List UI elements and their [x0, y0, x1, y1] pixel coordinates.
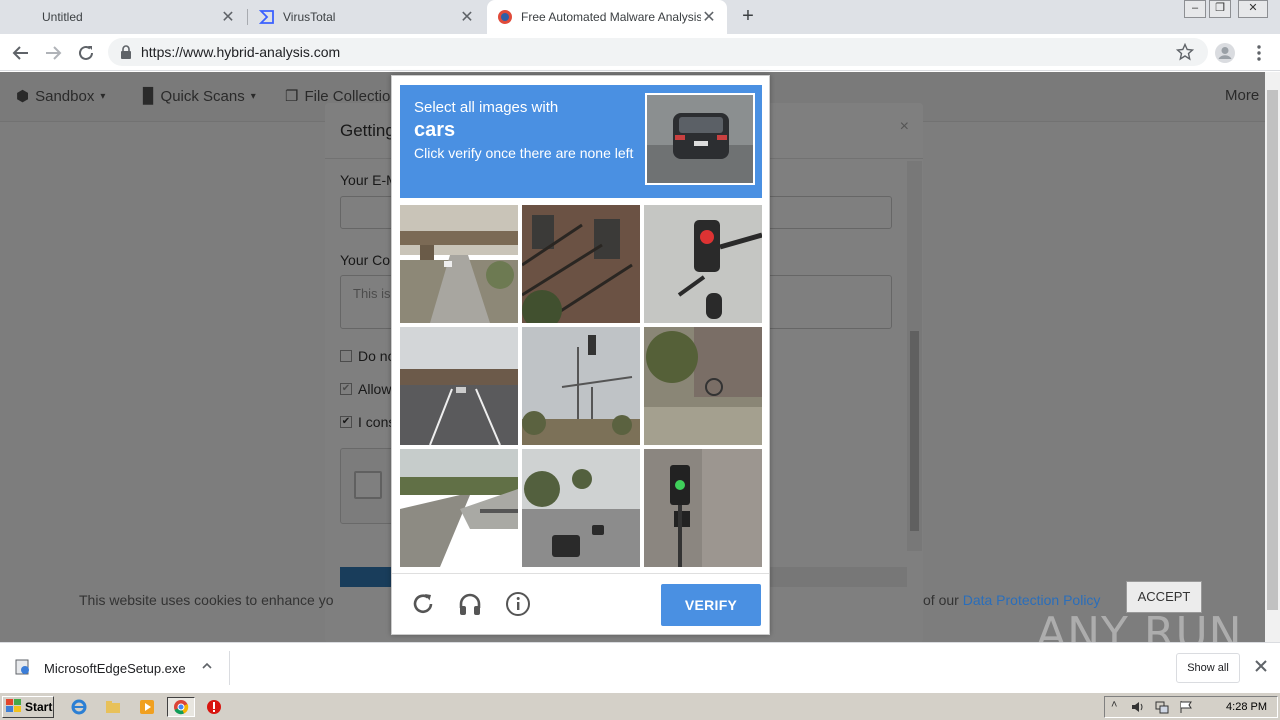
tile-fire-escape-building[interactable] — [522, 205, 640, 323]
challenge-hint: Click verify once there are none left — [414, 145, 634, 161]
cookie-notice-suffix: of our Data Protection Policy — [923, 592, 1101, 608]
tile-overpass-highway[interactable] — [400, 205, 518, 323]
url-text: https://www.hybrid-analysis.com — [141, 44, 341, 60]
tile-sidewalk-trees[interactable] — [644, 327, 762, 445]
page-scrollbar[interactable] — [1265, 72, 1280, 642]
reload-icon — [79, 45, 93, 60]
tab-title: Free Automated Malware Analysis Se — [521, 10, 701, 24]
flag-icon[interactable] — [1179, 700, 1193, 717]
internet-explorer-icon[interactable] — [68, 697, 90, 717]
tab-virustotal[interactable]: VirusTotal ✕ — [249, 0, 485, 34]
forward-button[interactable] — [40, 40, 66, 66]
system-tray: ˄ 4:28 PM — [1104, 696, 1278, 718]
sample-car-image — [645, 93, 755, 185]
bookmark-star-icon[interactable] — [1176, 43, 1194, 61]
close-icon[interactable]: ✕ — [459, 7, 475, 27]
back-button[interactable] — [8, 40, 34, 66]
windows-taskbar: Start ˄ 4:28 PM — [0, 692, 1280, 720]
tab-title: Untitled — [42, 10, 83, 24]
challenge-target: cars — [414, 119, 456, 141]
tab-hybrid-analysis[interactable]: Free Automated Malware Analysis Se ✕ — [487, 0, 727, 34]
tab-separator — [247, 9, 248, 25]
hybrid-analysis-icon — [497, 9, 513, 25]
restore-button[interactable]: ❐ — [1209, 0, 1231, 18]
chrome-icon[interactable] — [167, 697, 195, 717]
close-icon[interactable]: ✕ — [701, 7, 717, 27]
address-bar[interactable]: https://www.hybrid-analysis.com — [108, 38, 1208, 66]
reload-challenge-icon[interactable] — [410, 591, 436, 617]
clock: 4:28 PM — [1226, 701, 1267, 713]
recaptcha-challenge: Select all images with cars Click verify… — [391, 75, 770, 635]
cookie-notice-text: This website uses cookies to enhance yo — [79, 592, 334, 608]
show-all-button[interactable]: Show all — [1176, 653, 1240, 683]
tile-street-traffic-light[interactable] — [522, 327, 640, 445]
browser-toolbar: https://www.hybrid-analysis.com — [0, 34, 1280, 71]
minimize-button[interactable]: ‒ — [1184, 0, 1206, 18]
kebab-menu-icon — [1257, 45, 1261, 61]
arrow-left-icon — [12, 46, 28, 60]
tile-traffic-light-red[interactable] — [644, 205, 762, 323]
download-filename: MicrosoftEdgeSetup.exe — [44, 660, 186, 676]
verify-button[interactable]: VERIFY — [661, 584, 761, 626]
challenge-header: Select all images with cars Click verify… — [400, 85, 762, 198]
stop-sign-icon[interactable] — [203, 697, 225, 717]
download-item[interactable]: MicrosoftEdgeSetup.exe — [14, 651, 230, 685]
challenge-footer: VERIFY — [392, 573, 769, 635]
menu-button[interactable] — [1246, 40, 1272, 66]
challenge-image-grid — [400, 205, 762, 567]
tile-highway-overpass[interactable] — [400, 327, 518, 445]
tab-untitled[interactable]: Untitled ✕ — [0, 0, 246, 34]
arrow-right-icon — [46, 46, 62, 60]
avatar-icon — [1215, 43, 1235, 63]
tile-bridge-road[interactable] — [400, 449, 518, 567]
tile-road-with-cars[interactable] — [522, 449, 640, 567]
folder-icon[interactable] — [102, 697, 124, 717]
volume-icon[interactable] — [1131, 700, 1145, 717]
data-protection-link[interactable]: Data Protection Policy — [963, 592, 1101, 608]
tile-traffic-light-green[interactable] — [644, 449, 762, 567]
reload-button[interactable] — [73, 40, 99, 66]
profile-button[interactable] — [1212, 40, 1238, 66]
chevron-up-icon[interactable] — [201, 660, 213, 675]
tab-strip: Untitled ✕ VirusTotal ✕ Free Automated M… — [0, 0, 1280, 34]
lock-icon — [121, 45, 131, 59]
audio-challenge-icon[interactable] — [457, 591, 483, 617]
start-button[interactable]: Start — [2, 696, 54, 718]
virustotal-icon — [259, 9, 275, 25]
new-tab-button[interactable]: + — [736, 5, 760, 29]
chevron-up-icon[interactable]: ˄ — [1111, 699, 1117, 711]
media-player-icon[interactable] — [136, 697, 158, 717]
windows-logo-icon — [6, 698, 22, 716]
close-icon[interactable]: ✕ — [220, 7, 236, 27]
tab-title: VirusTotal — [283, 10, 336, 24]
network-icon[interactable] — [1155, 700, 1169, 717]
info-icon[interactable] — [505, 591, 531, 617]
download-shelf: MicrosoftEdgeSetup.exe Show all — [0, 642, 1280, 692]
challenge-instruction: Select all images with — [414, 99, 559, 116]
window-close-button[interactable]: ✕ — [1238, 0, 1268, 18]
installer-file-icon — [14, 658, 32, 679]
close-shelf-icon[interactable] — [1254, 659, 1268, 676]
